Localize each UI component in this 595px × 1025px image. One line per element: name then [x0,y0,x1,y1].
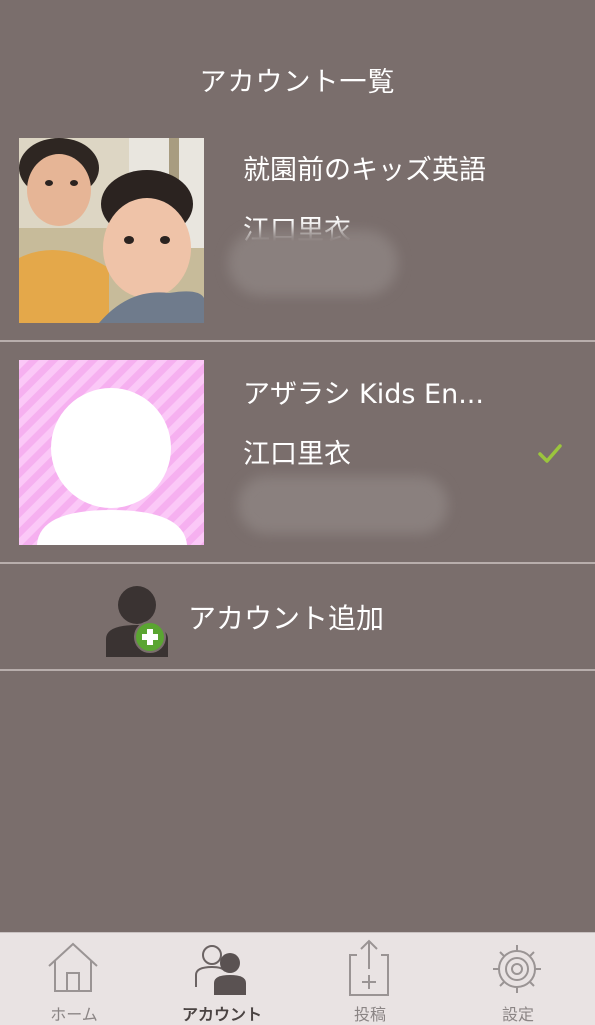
divider [0,669,595,671]
account-user: 江口里衣 [243,439,351,470]
add-user-icon [106,586,168,657]
checkmark-icon [538,444,562,463]
page-title: アカウント一覧 [199,67,396,98]
account-name: 就園前のキッズ英語 [243,155,486,186]
account-row[interactable]: アザラシ Kids En... 江口里衣 [0,342,595,562]
photo-avatar [19,138,204,323]
add-account-label: アカウント追加 [188,602,385,635]
divider [0,562,595,564]
tab-settings[interactable]: 設定 [444,933,592,1025]
post-icon [349,939,389,996]
tab-account[interactable]: アカウント [148,933,296,1025]
tab-label: 投稿 [353,1005,386,1024]
account-row[interactable]: 就園前のキッズ英語 江口里衣 [0,130,595,340]
account-icon [195,945,246,995]
home-icon [48,942,98,992]
account-name: アザラシ Kids En... [243,379,484,410]
tab-post[interactable]: 投稿 [296,933,444,1025]
tab-home[interactable]: ホーム [0,933,148,1025]
blurred-info [228,230,398,296]
header: アカウント一覧 [0,0,595,130]
default-avatar [19,360,204,545]
tab-label: 設定 [501,1005,534,1024]
settings-icon [493,945,541,993]
blurred-info [238,476,448,534]
add-account-button[interactable]: アカウント追加 [0,565,595,669]
tab-label: ホーム [50,1005,98,1024]
tab-bar: ホーム アカウント 投稿 設定 [0,932,595,1025]
tab-label: アカウント [181,1005,262,1024]
